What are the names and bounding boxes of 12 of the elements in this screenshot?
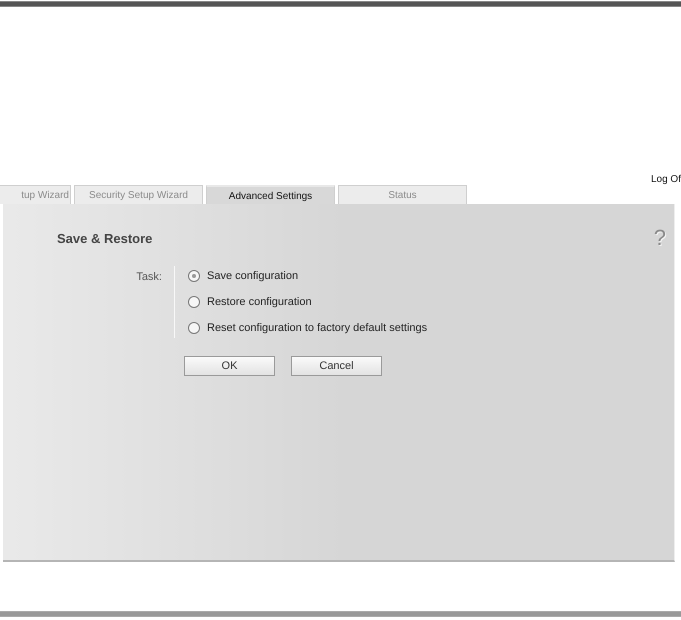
tab[interactable]: Advanced Settings (206, 185, 335, 204)
cancel-button[interactable]: Cancel (291, 356, 382, 376)
ok-button[interactable]: OK (184, 356, 275, 376)
log-off-link[interactable]: Log Of (650, 174, 681, 185)
panel-title: Save & Restore (57, 230, 152, 246)
radio-button[interactable] (188, 270, 200, 282)
radio-label: Reset configuration to factory default settings (207, 322, 428, 334)
radio-button[interactable] (188, 296, 200, 308)
task-label: Task: (135, 270, 162, 285)
radio-label: Restore configuration (207, 296, 312, 308)
radio-button[interactable] (188, 322, 200, 334)
radio-label: Save configuration (207, 270, 298, 282)
